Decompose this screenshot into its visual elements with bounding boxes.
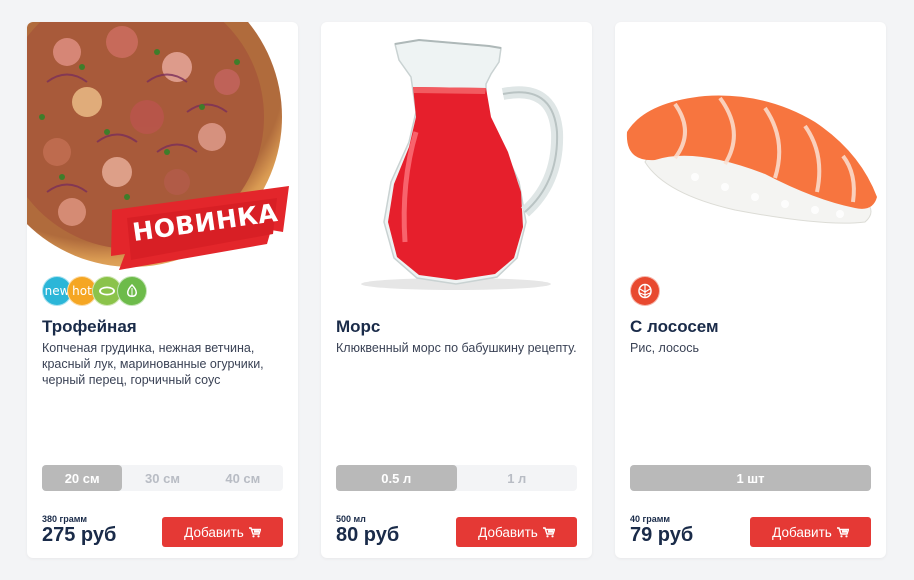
add-button-label: Добавить [478, 524, 538, 540]
garlic-icon [117, 276, 147, 306]
product-weight: 40 грамм [630, 514, 671, 524]
product-description: Копченая грудинка, нежная ветчина, красн… [42, 341, 264, 387]
add-button-label: Добавить [184, 524, 244, 540]
size-selector: 1 шт [630, 465, 871, 491]
add-to-cart-button[interactable]: Добавить [162, 517, 283, 547]
product-weight: 380 грамм [42, 514, 88, 524]
cart-icon [542, 526, 555, 537]
cart-icon [248, 526, 261, 537]
size-option-20cm[interactable]: 20 см [42, 465, 123, 491]
pizza-image [27, 22, 289, 270]
jug-image [361, 38, 564, 290]
product-card-trofeynaya: НОВИНКА new hot Трофейная Копченая груди… [27, 22, 298, 558]
add-to-cart-button[interactable]: Добавить [750, 517, 871, 547]
size-selector: 20 см 30 см 40 см [42, 465, 283, 491]
product-price: 79 руб [630, 524, 694, 546]
size-option-40cm[interactable]: 40 см [203, 465, 283, 491]
size-selector: 0.5 л 1 л [336, 465, 577, 491]
size-option-1l[interactable]: 1 л [457, 465, 578, 491]
add-button-label: Добавить [772, 524, 832, 540]
salmon-nigiri-image [626, 95, 877, 224]
product-price: 80 руб [336, 524, 400, 546]
product-card-mors: Морс Клюквенный морс по бабушкину рецепт… [321, 22, 592, 558]
product-card-s-lososem: С лососем Рис, лосось 1 шт 40 грамм 79 р… [615, 22, 886, 558]
size-option-05l[interactable]: 0.5 л [336, 465, 457, 491]
product-description: Клюквенный морс по бабушкину рецепту. [336, 341, 577, 355]
product-image-salmon[interactable] [615, 22, 886, 292]
product-description: Рис, лосось [630, 341, 700, 355]
product-image-mors[interactable] [321, 22, 592, 292]
product-title: Трофейная [42, 317, 137, 336]
product-title: С лососем [630, 317, 719, 336]
size-option-1pc[interactable]: 1 шт [630, 465, 871, 491]
product-title: Морс [336, 317, 381, 336]
fish-icon [630, 276, 660, 306]
size-option-30cm[interactable]: 30 см [122, 465, 202, 491]
product-weight: 500 мл [336, 514, 366, 524]
product-badges: new hot [42, 276, 147, 308]
product-price: 275 руб [42, 524, 117, 546]
product-badges [630, 276, 660, 308]
add-to-cart-button[interactable]: Добавить [456, 517, 577, 547]
cart-icon [836, 526, 849, 537]
product-image-pizza[interactable]: НОВИНКА [27, 22, 298, 292]
